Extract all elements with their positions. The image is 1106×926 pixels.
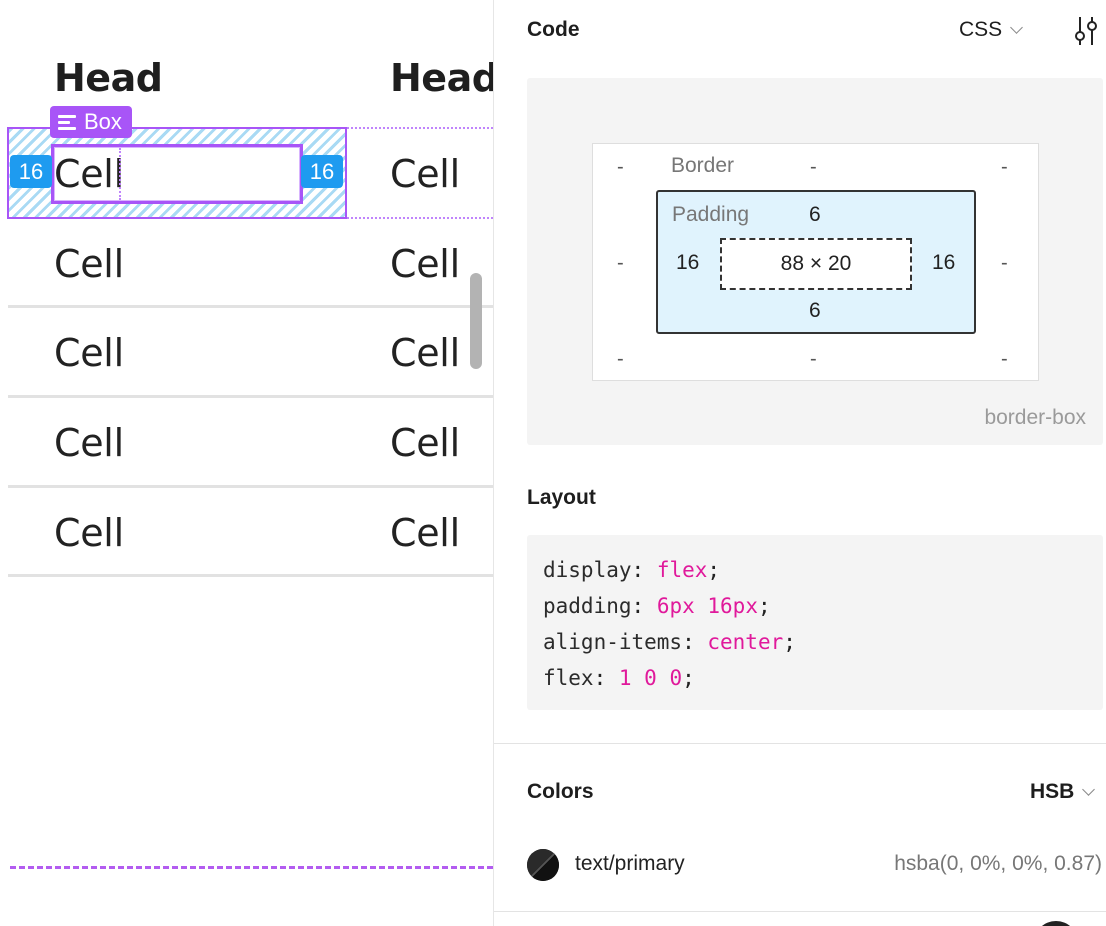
color-mode-select[interactable]: HSB bbox=[1030, 780, 1096, 804]
table-header-cell: Head bbox=[390, 56, 493, 100]
border-box: - Border - - - - - - - Padding 6 16 16 6… bbox=[592, 143, 1039, 381]
color-swatch bbox=[527, 849, 559, 881]
layout-section-title: Layout bbox=[527, 486, 596, 509]
section-divider bbox=[494, 911, 1106, 912]
border-bottom-value: - bbox=[810, 348, 817, 370]
table-cell: Cell bbox=[390, 511, 460, 555]
inspect-panel: Code CSS - Border - - - - - - - Padding … bbox=[493, 0, 1106, 926]
row-divider bbox=[8, 485, 493, 488]
margin-bottom-right: - bbox=[1001, 348, 1008, 370]
table-header-cell: Head bbox=[54, 56, 163, 100]
border-right-value: - bbox=[1001, 252, 1008, 274]
margin-bottom-left: - bbox=[617, 348, 624, 370]
language-select[interactable]: CSS bbox=[959, 18, 1024, 42]
section-divider bbox=[494, 743, 1106, 744]
colors-section-title: Colors bbox=[527, 780, 594, 803]
table-cell: Cell bbox=[390, 242, 460, 286]
box-model-diagram: - Border - - - - - - - Padding 6 16 16 6… bbox=[527, 78, 1103, 445]
content-size: 88 × 20 bbox=[720, 238, 912, 290]
table-cell: Cell bbox=[390, 421, 460, 465]
chevron-down-icon bbox=[1010, 20, 1024, 34]
padding-label: Padding bbox=[672, 203, 750, 226]
margin-top-right: - bbox=[1001, 156, 1008, 178]
frame-guide-line bbox=[10, 866, 493, 869]
padding-bottom-value: 6 bbox=[809, 299, 821, 322]
padding-right-value: 16 bbox=[932, 251, 956, 274]
css-line: padding: 6px 16px; bbox=[543, 594, 771, 618]
table-cell: Cell bbox=[390, 331, 460, 375]
padding-right-badge: 16 bbox=[301, 155, 343, 188]
table-cell: Cell bbox=[390, 152, 460, 196]
row-divider bbox=[8, 305, 493, 308]
color-mode-value: HSB bbox=[1030, 780, 1075, 803]
text-bounds-guide bbox=[119, 148, 121, 200]
language-select-value: CSS bbox=[959, 18, 1003, 41]
auto-layout-icon bbox=[58, 114, 76, 130]
selection-label-text: Box bbox=[84, 109, 122, 134]
css-line: align-items: center; bbox=[543, 630, 796, 654]
padding-top-value: 6 bbox=[809, 203, 821, 226]
selected-cell-text: Cell bbox=[54, 152, 124, 196]
table-cell: Cell bbox=[54, 242, 124, 286]
padding-box: Padding 6 16 16 6 88 × 20 bbox=[656, 190, 976, 334]
table-cell: Cell bbox=[54, 331, 124, 375]
box-sizing-label: border-box bbox=[984, 406, 1086, 429]
table-cell: Cell bbox=[54, 511, 124, 555]
color-token-name[interactable]: text/primary bbox=[575, 852, 685, 876]
table-cell: Cell bbox=[54, 421, 124, 465]
color-token-value[interactable]: hsba(0, 0%, 0%, 0.87) bbox=[894, 852, 1102, 876]
border-left-value: - bbox=[617, 252, 624, 274]
next-swatch-peek bbox=[1034, 921, 1078, 926]
padding-left-value: 16 bbox=[676, 251, 700, 274]
row-divider bbox=[8, 395, 493, 398]
selection-label[interactable]: Box bbox=[50, 106, 132, 138]
chevron-down-icon bbox=[1082, 782, 1096, 796]
design-canvas[interactable]: Head Head Cell Cell 16 16 Box Cell Cell … bbox=[0, 0, 493, 926]
border-top-value: - bbox=[810, 156, 817, 178]
padding-left-badge: 16 bbox=[10, 155, 52, 188]
scrollbar-thumb[interactable] bbox=[470, 273, 482, 369]
code-section-title: Code bbox=[527, 18, 580, 41]
css-line: display: flex; bbox=[543, 558, 721, 582]
css-line: flex: 1 0 0; bbox=[543, 666, 695, 690]
row-divider bbox=[8, 574, 493, 577]
layout-code-block[interactable]: display: flex; padding: 6px 16px; align-… bbox=[527, 535, 1103, 710]
settings-sliders-icon[interactable] bbox=[1072, 15, 1100, 47]
border-label: Border bbox=[671, 154, 735, 177]
margin-top-left: - bbox=[617, 156, 624, 178]
